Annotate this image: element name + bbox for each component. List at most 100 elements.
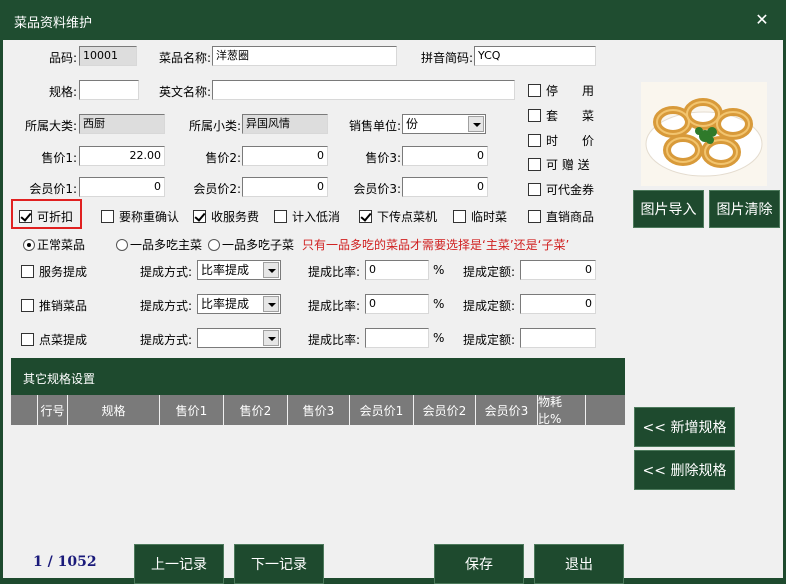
subcategory-field[interactable]: 异国风情 [242,114,328,134]
checkbox-box [528,109,541,122]
member-price2-field[interactable]: 0 [242,177,328,197]
commission-mode-label: 提成方式: [140,265,193,279]
add-spec-button[interactable]: << 新增规格 [634,407,735,447]
temp-dish-checkbox[interactable]: 临时菜 [453,208,507,225]
market-price-checkbox[interactable]: 时 价 [528,132,594,149]
giftable-checkbox[interactable]: 可 赠 送 [528,156,590,173]
english-name-field[interactable] [212,80,515,100]
discountable-checkbox[interactable]: 可折扣 [19,208,73,225]
disable-checkbox[interactable]: 停 用 [528,82,594,99]
commission-fixed-field[interactable]: 0 [520,260,596,280]
voucher-checkbox[interactable]: 可代金券 [528,181,594,198]
commission-mode-label: 提成方式: [140,333,193,347]
min-spend-checkbox[interactable]: 计入低消 [274,208,340,225]
prev-record-button[interactable]: 上一记录 [134,544,224,584]
checkbox-label: 时 价 [546,134,595,148]
dish-photo [641,82,767,186]
checkbox-label: 可代金券 [546,183,595,197]
column-header[interactable] [11,395,38,425]
commission-mode-select[interactable]: 比率提成 [197,260,281,280]
checkbox-box [453,210,466,223]
checkbox-box [21,299,34,312]
member-price1-field[interactable]: 0 [79,177,165,197]
column-header[interactable]: 会员价2 [414,395,476,425]
member-price3-label: 会员价3: [353,182,401,196]
chevron-down-icon[interactable] [263,330,279,346]
push-to-device-checkbox[interactable]: 下传点菜机 [359,208,437,225]
chevron-down-icon[interactable] [263,296,279,312]
checkbox-box [19,210,32,223]
image-import-button[interactable]: 图片导入 [633,190,704,228]
radio-label: 正常菜品 [37,238,86,252]
chevron-down-icon[interactable] [468,116,484,132]
save-button[interactable]: 保存 [434,544,524,584]
column-header[interactable]: 会员价1 [350,395,414,425]
checkbox-box [528,183,541,196]
commission-rate-label: 提成比率: [308,299,361,313]
service-commission-checkbox[interactable]: 服务提成 [21,263,87,280]
checkbox-label: 收服务费 [211,210,260,224]
promo-commission-checkbox[interactable]: 推销菜品 [21,297,87,314]
order-commission-checkbox[interactable]: 点菜提成 [21,331,87,348]
column-header[interactable]: 售价1 [160,395,224,425]
commission-rate-field[interactable] [365,328,429,348]
code-field[interactable]: 10001 [79,46,137,66]
exit-button[interactable]: 退出 [534,544,624,584]
dish-maintenance-window: 菜品资料维护 ✕ 品码: 10001 菜品名称: 洋葱圈 拼音简码: YCQ 规… [0,0,786,584]
commission-rate-label: 提成比率: [308,333,361,347]
chevron-down-icon[interactable] [263,262,279,278]
checkbox-box [193,210,206,223]
price1-field[interactable]: 22.00 [79,146,165,166]
member-price3-field[interactable]: 0 [402,177,488,197]
radio-dot [23,238,35,251]
unit-select[interactable]: 份 [402,114,486,134]
commission-rate-field[interactable]: 0 [365,294,429,314]
price1-label: 售价1: [41,151,77,165]
checkbox-box [528,210,541,223]
checkbox-label: 服务提成 [39,265,88,279]
weigh-confirm-checkbox[interactable]: 要称重确认 [101,208,179,225]
column-header[interactable]: 会员价3 [476,395,538,425]
radio-dot [208,238,220,251]
window-title: 菜品资料维护 [14,16,93,31]
checkbox-label: 下传点菜机 [377,210,438,224]
dish-name-field[interactable]: 洋葱圈 [212,46,397,66]
commission-fixed-field[interactable]: 0 [520,294,596,314]
commission-mode-value: 比率提成 [201,297,250,311]
column-header[interactable]: 行号 [38,395,68,425]
spec-field[interactable] [79,80,139,100]
sub-dish-radio[interactable]: 一品多吃子菜 [208,236,294,253]
column-header[interactable]: 规格 [68,395,160,425]
radio-label: 一品多吃子菜 [222,238,295,252]
column-header[interactable]: 售价2 [224,395,288,425]
service-fee-checkbox[interactable]: 收服务费 [193,208,259,225]
name-label: 菜品名称: [158,51,211,65]
price2-field[interactable]: 0 [242,146,328,166]
checkbox-box [528,158,541,171]
commission-mode-select[interactable] [197,328,281,348]
column-header[interactable]: 售价3 [288,395,350,425]
commission-fixed-field[interactable] [520,328,596,348]
next-record-button[interactable]: 下一记录 [234,544,324,584]
commission-mode-select[interactable]: 比率提成 [197,294,281,314]
commission-rate-field[interactable]: 0 [365,260,429,280]
checkbox-label: 可 赠 送 [546,158,590,172]
pinyin-field[interactable]: YCQ [474,46,596,66]
checkbox-label: 停 用 [546,84,595,98]
delete-spec-button[interactable]: << 删除规格 [634,450,735,490]
commission-rate-label: 提成比率: [308,265,361,279]
direct-sale-checkbox[interactable]: 直销商品 [528,208,594,225]
set-meal-checkbox[interactable]: 套 菜 [528,107,594,124]
image-clear-button[interactable]: 图片清除 [709,190,780,228]
percent-sign: % [433,331,445,345]
normal-dish-radio[interactable]: 正常菜品 [23,236,85,253]
category-field[interactable]: 西厨 [79,114,165,134]
main-dish-radio[interactable]: 一品多吃主菜 [116,236,202,253]
spec-grid-title: 其它规格设置 [23,372,96,386]
column-header[interactable]: 物耗比% [538,395,586,426]
price3-field[interactable]: 0 [402,146,488,166]
member-price2-label: 会员价2: [193,182,241,196]
close-icon[interactable]: ✕ [752,10,772,30]
checkbox-label: 临时菜 [471,210,508,224]
checkbox-box [21,265,34,278]
